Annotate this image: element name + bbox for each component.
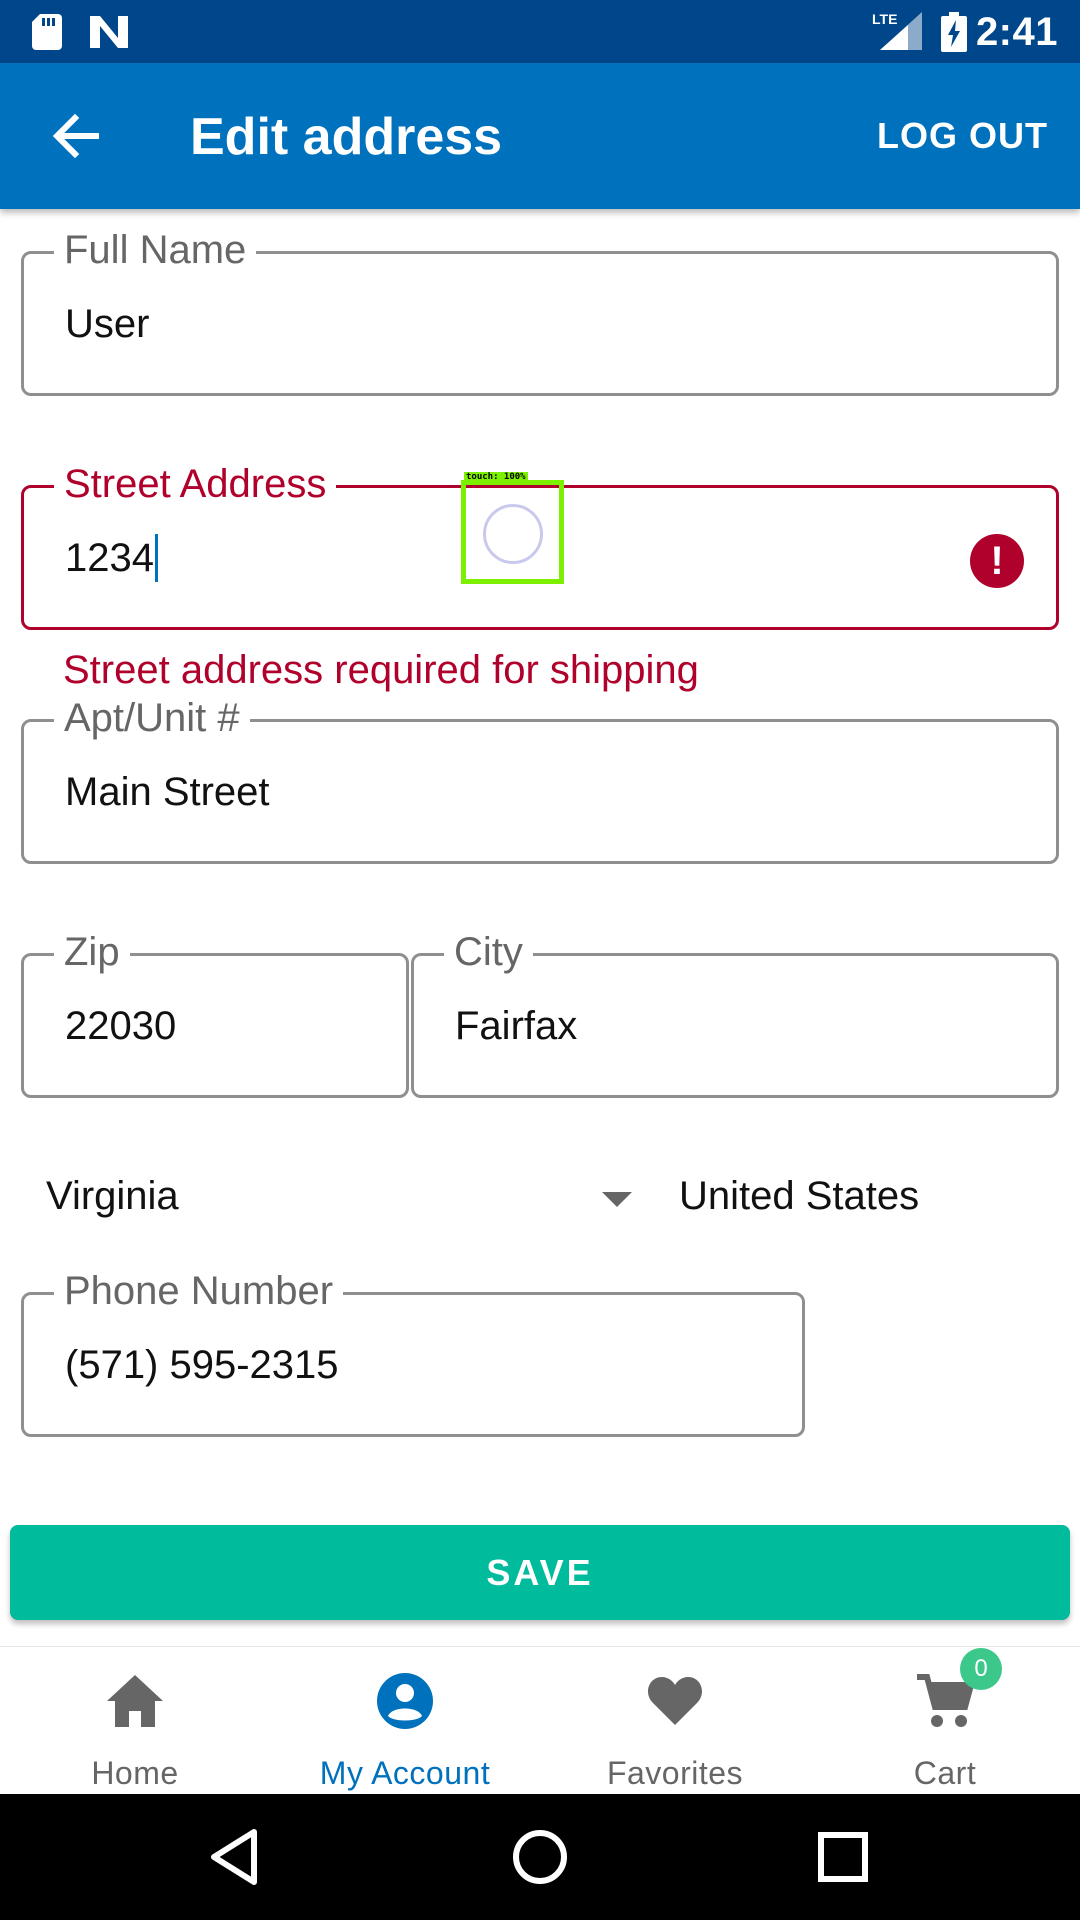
nav-my-account-label: My Account (319, 1755, 491, 1791)
apt-unit-field[interactable]: Apt/Unit # Main Street (21, 694, 1059, 864)
system-nav-bar (0, 1794, 1080, 1920)
sd-card-icon (32, 14, 62, 50)
nav-favorites[interactable]: Favorites (540, 1647, 810, 1795)
touch-indicator-label: touch: 100% (464, 472, 528, 482)
phone-number-label: Phone Number (54, 1267, 344, 1315)
zip-label: Zip (54, 928, 130, 976)
heart-icon (647, 1677, 703, 1725)
text-cursor (154, 534, 158, 582)
svg-text:LTE: LTE (872, 11, 897, 27)
home-icon (107, 1675, 163, 1727)
city-input[interactable]: Fairfax (455, 1002, 577, 1050)
dropdown-arrow-icon (602, 1192, 632, 1207)
logout-button[interactable]: LOG OUT (877, 115, 1048, 157)
street-address-error: Street address required for shipping (63, 648, 699, 692)
nav-home-label: Home (91, 1755, 179, 1791)
nav-cart[interactable]: Cart (810, 1647, 1080, 1795)
account-icon (377, 1673, 433, 1729)
full-name-input[interactable]: User (65, 300, 149, 348)
apt-unit-label: Apt/Unit # (54, 694, 250, 742)
status-clock: 2:41 (975, 10, 1058, 54)
nav-home[interactable]: Home (0, 1647, 270, 1795)
city-label: City (444, 928, 533, 976)
status-bar: LTE 2:41 (0, 0, 1080, 63)
save-button[interactable]: SAVE (10, 1525, 1070, 1620)
nav-favorites-label: Favorites (606, 1755, 744, 1791)
system-recents-icon[interactable] (810, 1824, 876, 1890)
n-notification-icon (90, 16, 128, 48)
full-name-label: Full Name (54, 226, 257, 274)
bottom-nav: Home My Account Favorites Cart (0, 1646, 1080, 1794)
error-icon: ! (970, 534, 1024, 588)
zip-input[interactable]: 22030 (65, 1002, 176, 1050)
phone-number-input[interactable]: (571) 595-2315 (65, 1341, 339, 1389)
back-button[interactable] (40, 105, 110, 167)
state-select[interactable]: Virginia (46, 1166, 646, 1236)
country-value[interactable]: United States (679, 1174, 919, 1219)
cart-count-badge: 0 (960, 1648, 1002, 1690)
lte-signal-icon: LTE (872, 11, 922, 50)
system-home-icon[interactable] (507, 1824, 573, 1890)
nav-cart-label: Cart (913, 1755, 977, 1791)
street-address-label: Street Address (54, 460, 337, 508)
street-address-input[interactable]: 1234 (65, 534, 158, 582)
city-field[interactable]: City Fairfax (411, 928, 1059, 1098)
system-back-icon[interactable] (202, 1824, 268, 1890)
apt-unit-input[interactable]: Main Street (65, 768, 270, 816)
arrow-back-icon (52, 114, 99, 158)
zip-field[interactable]: Zip 22030 (21, 928, 409, 1098)
battery-charging-icon (941, 12, 967, 52)
state-value: Virginia (46, 1174, 179, 1218)
full-name-field[interactable]: Full Name User (21, 226, 1059, 396)
app-bar: Edit address LOG OUT (0, 63, 1080, 209)
nav-my-account[interactable]: My Account (270, 1647, 540, 1795)
phone-number-field[interactable]: Phone Number (571) 595-2315 (21, 1267, 805, 1437)
page-title: Edit address (190, 108, 503, 166)
touch-point-circle (483, 504, 543, 564)
